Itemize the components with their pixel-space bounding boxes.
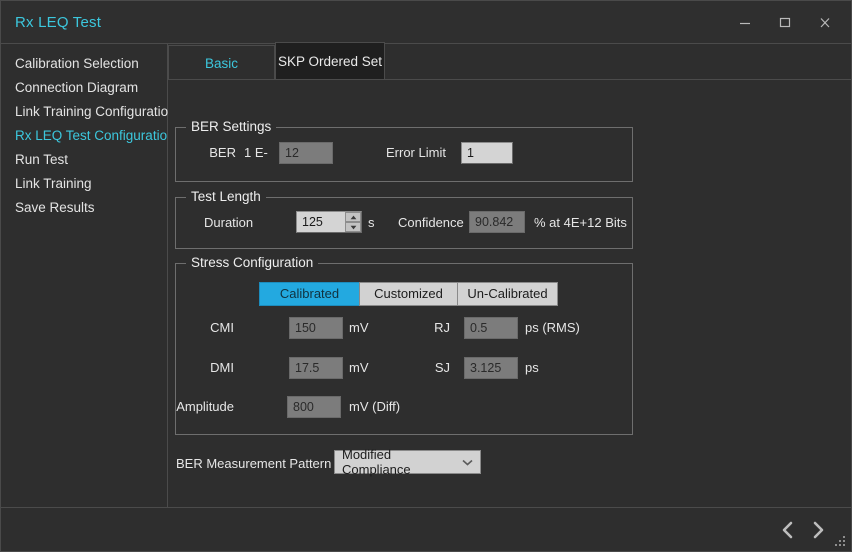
ber-measurement-pattern-label: BER Measurement Pattern [176,456,331,471]
sj-input [464,357,518,379]
navigation-sidebar: Calibration Selection Connection Diagram… [1,44,168,507]
dmi-input [289,357,343,379]
stress-mode-customized-button[interactable]: Customized [359,282,458,306]
sidebar-item-calibration-selection[interactable]: Calibration Selection [1,52,167,76]
confidence-unit-label: % at 4E+12 Bits [534,215,627,230]
ber-prefix-label: 1 E- [244,145,268,160]
rj-label: RJ [426,320,450,335]
dmi-label: DMI [196,360,234,375]
duration-increment-button[interactable] [345,212,361,222]
ber-measurement-pattern-select[interactable]: Modified Compliance [334,450,481,474]
stress-mode-calibrated-button[interactable]: Calibrated [259,282,360,306]
sidebar-item-save-results[interactable]: Save Results [1,196,167,220]
previous-step-button[interactable] [775,515,801,545]
next-step-button[interactable] [805,515,831,545]
window-title: Rx LEQ Test [15,14,101,31]
tab-content-basic: BER Settings BER 1 E- Error Limit Test L… [168,80,851,507]
rj-input [464,317,518,339]
ber-measurement-pattern-value: Modified Compliance [335,447,456,477]
close-button[interactable] [805,8,845,38]
window-body: Calibration Selection Connection Diagram… [1,44,851,507]
rj-unit-label: ps (RMS) [525,320,580,335]
stress-configuration-title: Stress Configuration [186,255,318,270]
duration-unit-label: s [368,215,375,230]
test-length-group: Test Length Duration s [175,197,633,249]
cmi-input [289,317,343,339]
tab-skp-ordered-set[interactable]: SKP Ordered Set [275,42,385,80]
amplitude-unit-label: mV (Diff) [349,399,400,414]
duration-spin-buttons [345,212,361,232]
ber-settings-group: BER Settings BER 1 E- Error Limit [175,127,633,182]
wizard-navigation [775,508,831,551]
chevron-down-icon [456,459,480,466]
duration-decrement-button[interactable] [345,222,361,232]
stress-mode-uncalibrated-button[interactable]: Un-Calibrated [457,282,558,306]
title-bar: Rx LEQ Test [1,1,851,44]
dmi-unit-label: mV [349,360,369,375]
error-limit-label: Error Limit [386,145,446,160]
main-pane: Basic SKP Ordered Set BER Settings BER 1… [168,44,851,507]
window-controls [725,1,845,44]
tab-strip: Basic SKP Ordered Set [168,44,851,80]
tab-basic[interactable]: Basic [168,45,275,80]
duration-spinner[interactable] [296,211,362,233]
stress-mode-segmented-control: Calibrated Customized Un-Calibrated [259,282,558,306]
resize-grip-icon[interactable] [835,536,847,548]
test-length-title: Test Length [186,189,266,204]
sj-unit-label: ps [525,360,539,375]
application-window: Rx LEQ Test Calibration Selection Connec… [0,0,852,552]
cmi-label: CMI [196,320,234,335]
amplitude-input [287,396,341,418]
sidebar-item-rx-leq-test-configuration[interactable]: Rx LEQ Test Configuration [1,124,167,148]
minimize-button[interactable] [725,8,765,38]
cmi-unit-label: mV [349,320,369,335]
amplitude-label: Amplitude [176,399,234,414]
footer-bar [1,507,851,551]
stress-configuration-group: Stress Configuration Calibrated Customiz… [175,263,633,435]
confidence-label: Confidence [398,215,464,230]
confidence-input [469,211,525,233]
maximize-button[interactable] [765,8,805,38]
sidebar-item-connection-diagram[interactable]: Connection Diagram [1,76,167,100]
sj-label: SJ [426,360,450,375]
ber-label: BER [206,145,236,160]
duration-label: Duration [204,215,253,230]
sidebar-item-run-test[interactable]: Run Test [1,148,167,172]
ber-settings-title: BER Settings [186,119,276,134]
sidebar-item-link-training-configuration[interactable]: Link Training Configuration [1,100,167,124]
error-limit-input[interactable] [461,142,513,164]
ber-exponent-input[interactable] [279,142,333,164]
sidebar-item-link-training[interactable]: Link Training [1,172,167,196]
